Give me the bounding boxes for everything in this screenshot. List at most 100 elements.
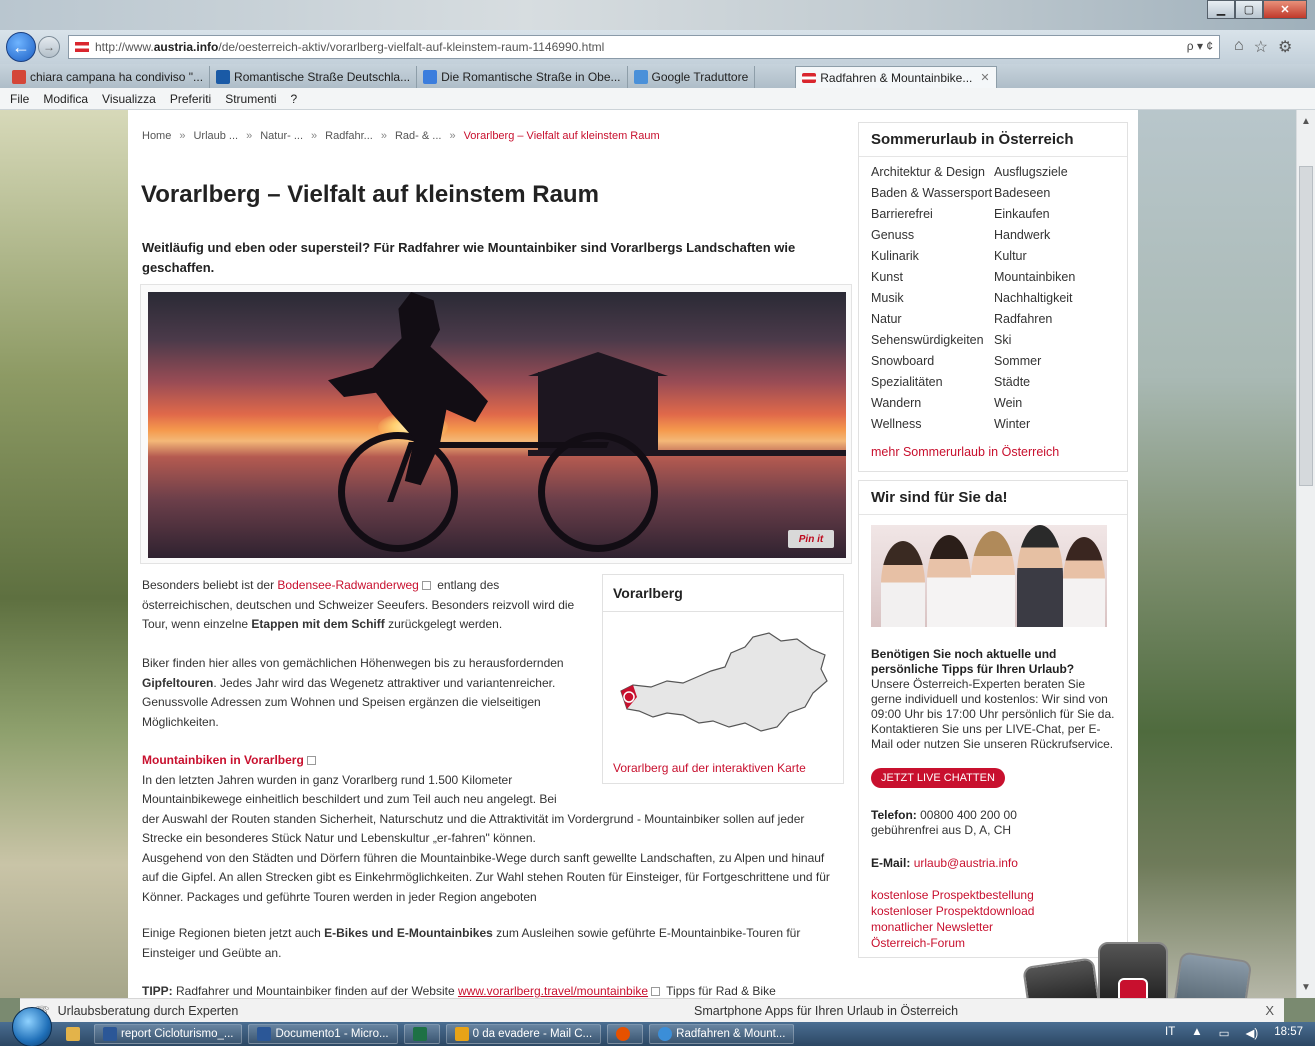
taskbar-word-report[interactable]: report Cicloturismo_... — [94, 1024, 243, 1044]
breadcrumb: Home » Urlaub ... » Natur- ... » Radfahr… — [142, 130, 660, 142]
volume-icon[interactable]: ◀) — [1246, 1026, 1259, 1040]
home-icon[interactable]: ⌂ — [1234, 37, 1244, 57]
summer-topic-link[interactable]: Mountainbiken — [994, 270, 1124, 285]
summer-topic-link[interactable]: Sehenswürdigkeiten — [871, 333, 994, 348]
brochure-order-link[interactable]: kostenlose Prospektbestellung — [871, 887, 1115, 903]
start-button[interactable] — [12, 1007, 52, 1046]
tray-arrow-icon[interactable]: ▲ — [1191, 1026, 1202, 1040]
system-tray: IT ▲ ▭ ◀) 18:57 — [1165, 1026, 1303, 1040]
bodensee-link[interactable]: Bodensee-Radwanderweg — [277, 578, 418, 592]
summer-topic-link[interactable]: Nachhaltigkeit — [994, 291, 1124, 306]
summer-topic-link[interactable]: Wellness — [871, 417, 994, 432]
menu-bar: File Modifica Visualizza Preferiti Strum… — [0, 88, 1315, 110]
summer-topic-link[interactable]: Natur — [871, 312, 994, 327]
close-bottom-bar-button[interactable]: X — [1265, 1003, 1274, 1018]
gmail-icon — [12, 70, 26, 84]
live-chat-button[interactable]: JETZT LIVE CHATTEN — [871, 768, 1005, 788]
tab-romantische-strasse[interactable]: Romantische Straße Deutschla... — [210, 66, 418, 88]
summer-topic-link[interactable]: Kultur — [994, 249, 1124, 264]
gear-icon[interactable]: ⚙ — [1278, 37, 1292, 57]
forward-button[interactable]: → — [38, 36, 60, 58]
vertical-scrollbar[interactable]: ▲ ▼ — [1296, 110, 1315, 998]
summer-topic-link[interactable]: Einkaufen — [994, 207, 1124, 222]
clock[interactable]: 18:57 — [1274, 1026, 1303, 1040]
summer-topic-link[interactable]: Musik — [871, 291, 994, 306]
taskbar-word-documento[interactable]: Documento1 - Micro... — [248, 1024, 398, 1044]
vorarlberg-mountainbike-link[interactable]: www.vorarlberg.travel/mountainbike — [458, 984, 648, 998]
austria-map[interactable] — [613, 619, 833, 739]
scroll-thumb[interactable] — [1299, 166, 1313, 486]
tab-google-translate[interactable]: Google Traduttore — [628, 66, 756, 88]
taskbar-explorer[interactable] — [58, 1024, 88, 1044]
summer-topic-link[interactable]: Wandern — [871, 396, 994, 411]
sidebar: Sommerurlaub in Österreich Architektur &… — [858, 122, 1128, 966]
close-tab-icon[interactable]: ✕ — [980, 71, 989, 84]
address-bar[interactable]: http://www.austria.info/de/oesterreich-a… — [68, 35, 1220, 59]
summer-topic-link[interactable]: Ausflugsziele — [994, 165, 1124, 180]
tab-radfahren-active[interactable]: Radfahren & Mountainbike... ✕ — [795, 66, 997, 88]
bottom-advert-bar: ☏ Urlaubsberatung durch Experten Smartph… — [20, 998, 1284, 1022]
summer-topic-link[interactable]: Barrierefrei — [871, 207, 994, 222]
scroll-up-icon[interactable]: ▲ — [1297, 112, 1315, 130]
taskbar-excel[interactable] — [403, 1024, 440, 1044]
scroll-down-icon[interactable]: ▼ — [1297, 978, 1315, 996]
service-links: kostenlose Prospektbestellung kostenlose… — [859, 871, 1127, 951]
arrow-right-icon: → — [43, 40, 55, 54]
summer-topic-link[interactable]: Kulinarik — [871, 249, 994, 264]
map-marker-icon — [623, 691, 635, 703]
menu-preferiti[interactable]: Preferiti — [170, 92, 211, 106]
summer-topic-link[interactable]: Sommer — [994, 354, 1124, 369]
summer-topic-list: Architektur & Design Ausflugsziele Baden &… — [859, 157, 1127, 435]
taskbar-firefox[interactable] — [607, 1024, 644, 1044]
favorites-star-icon[interactable]: ☆ — [1254, 37, 1268, 57]
summer-topic-link[interactable]: Städte — [994, 375, 1124, 390]
taskbar-ie-radfahren[interactable]: Radfahren & Mount... — [649, 1024, 795, 1044]
breadcrumb-home[interactable]: Home — [142, 130, 171, 142]
close-window-button[interactable]: ✕ — [1263, 0, 1307, 19]
breadcrumb-natur[interactable]: Natur- ... — [260, 130, 303, 142]
maximize-button[interactable]: ▢ — [1235, 0, 1263, 19]
newsletter-link[interactable]: monatlicher Newsletter — [871, 919, 1115, 935]
menu-file[interactable]: File — [10, 92, 29, 106]
tab-romantische-strasse-obe[interactable]: Die Romantische Straße in Obe... — [417, 66, 628, 88]
paragraph-biker: Biker finden hier alles von gemächlichen… — [142, 656, 564, 729]
ie-icon — [658, 1027, 673, 1041]
summer-topic-link[interactable]: Handwerk — [994, 228, 1124, 243]
pinterest-pin-button[interactable]: Pin it — [788, 530, 834, 548]
section-mountainbike: Mountainbiken in Vorarlberg In den letzt… — [142, 753, 830, 904]
breadcrumb-urlaub[interactable]: Urlaub ... — [193, 130, 238, 142]
breadcrumb-rad[interactable]: Rad- & ... — [395, 130, 441, 142]
menu-visualizza[interactable]: Visualizza — [102, 92, 156, 106]
summer-topic-link[interactable]: Snowboard — [871, 354, 994, 369]
summer-topic-link[interactable]: Badeseen — [994, 186, 1124, 201]
summer-topic-link[interactable]: Baden & Wassersport — [871, 186, 994, 201]
menu-help[interactable]: ? — [291, 92, 298, 106]
summer-topic-link[interactable]: Architektur & Design — [871, 165, 994, 180]
summer-topic-link[interactable]: Kunst — [871, 270, 994, 285]
summer-topic-link[interactable]: Winter — [994, 417, 1124, 432]
minimize-button[interactable]: ▁ — [1207, 0, 1235, 19]
tab-gmail[interactable]: chiara campana ha condiviso "... — [6, 66, 211, 88]
language-indicator[interactable]: IT — [1165, 1026, 1175, 1040]
menu-modifica[interactable]: Modifica — [43, 92, 88, 106]
summer-topic-link[interactable]: Spezialitäten — [871, 375, 994, 390]
breadcrumb-current: Vorarlberg – Vielfalt auf kleinstem Raum — [463, 130, 660, 142]
address-tools-icon[interactable]: ρ ▾ ¢ — [1187, 39, 1213, 53]
more-summer-link[interactable]: mehr Sommerurlaub in Österreich — [859, 435, 1127, 471]
folder-icon — [66, 1027, 80, 1041]
breadcrumb-radfahr[interactable]: Radfahr... — [325, 130, 373, 142]
summer-topic-link[interactable]: Wein — [994, 396, 1124, 411]
menu-strumenti[interactable]: Strumenti — [225, 92, 276, 106]
smartphone-apps-link[interactable]: Smartphone Apps für Ihren Urlaub in Öste… — [694, 1004, 958, 1018]
network-icon[interactable]: ▭ — [1219, 1026, 1230, 1040]
summer-topic-link[interactable]: Genuss — [871, 228, 994, 243]
taskbar-mail[interactable]: 0 da evadere - Mail C... — [445, 1024, 602, 1044]
brochure-download-link[interactable]: kostenloser Prospektdownload — [871, 903, 1115, 919]
expert-advice-link[interactable]: ☏ Urlaubsberatung durch Experten — [34, 1003, 238, 1019]
summer-topic-link[interactable]: Ski — [994, 333, 1124, 348]
browser-toolbar-icons: ⌂ ☆ ⚙ — [1234, 37, 1292, 57]
mountainbike-heading-link[interactable]: Mountainbiken in Vorarlberg — [142, 753, 304, 767]
back-button[interactable]: ← — [6, 32, 36, 62]
summer-topic-link[interactable]: Radfahren — [994, 312, 1124, 327]
email-link[interactable]: urlaub@austria.info — [914, 856, 1018, 870]
